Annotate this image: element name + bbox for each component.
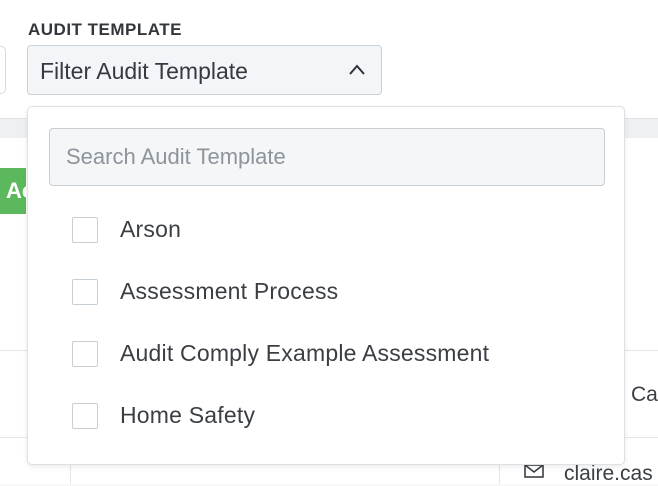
audit-template-select[interactable]: Filter Audit Template (27, 45, 382, 95)
checkbox[interactable] (72, 217, 98, 243)
row-text: Ca (631, 383, 658, 406)
audit-template-label: AUDIT TEMPLATE (28, 20, 183, 39)
add-button[interactable]: Ac (0, 168, 26, 214)
chevron-up-icon (349, 64, 365, 75)
option-audit-comply-example-assessment[interactable]: Audit Comply Example Assessment (72, 333, 592, 373)
option-label: Assessment Process (120, 278, 339, 304)
search-audit-template-input[interactable] (49, 128, 605, 186)
checkbox[interactable] (72, 341, 98, 367)
option-label: Audit Comply Example Assessment (120, 340, 490, 366)
option-home-safety[interactable]: Home Safety (72, 395, 592, 435)
option-label: Arson (120, 216, 182, 242)
mail-icon (524, 464, 544, 478)
audit-template-select-value: Filter Audit Template (40, 58, 248, 84)
option-assessment-process[interactable]: Assessment Process (72, 271, 592, 311)
email-text[interactable]: claire.cas (564, 462, 653, 486)
checkbox[interactable] (72, 279, 98, 305)
adjacent-filter-select[interactable] (0, 46, 6, 94)
checkbox[interactable] (72, 403, 98, 429)
option-label: Home Safety (120, 402, 256, 428)
option-arson[interactable]: Arson (72, 209, 592, 249)
audit-template-dropdown: Arson Assessment Process Audit Comply Ex… (27, 106, 625, 465)
